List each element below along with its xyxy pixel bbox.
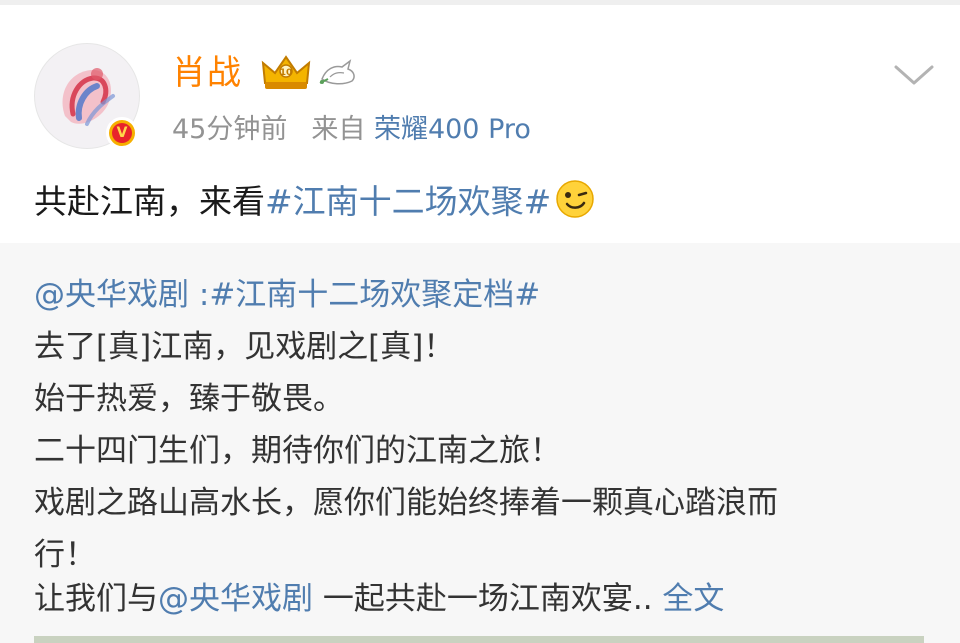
repost-mention-link[interactable]: @央华戏剧: [158, 581, 313, 617]
dove-icon[interactable]: [316, 55, 360, 89]
verified-badge-icon: V: [106, 117, 138, 149]
post-time: 45分钟前: [172, 114, 288, 145]
post-text: 共赴江南，来看#江南十二场欢聚#: [34, 179, 595, 225]
chevron-down-icon[interactable]: [892, 61, 936, 89]
last-line-prefix: 让我们与: [34, 581, 158, 617]
weibo-post: V 肖战 10 45分钟前 来自 荣耀400 Pro 共赴江南，来看#江南十二场欢…: [0, 5, 960, 243]
full-text-link[interactable]: 全文: [662, 581, 724, 617]
repost-author-link[interactable]: @央华戏剧: [34, 277, 189, 313]
repost-line-4: 戏剧之路山高水长，愿你们能始终捧着一颗真心踏浪而: [34, 485, 778, 521]
post-meta: 45分钟前 来自 荣耀400 Pro: [172, 111, 531, 149]
repost-line-1: 去了[真]江南，见戏剧之[真]！: [34, 329, 455, 365]
repost-header: @央华戏剧 :#江南十二场欢聚定档#: [34, 273, 540, 317]
wink-emoji-icon: [556, 180, 595, 218]
repost-line-2: 始于热爱，臻于敬畏。: [34, 381, 344, 417]
media-preview-strip: [34, 636, 924, 643]
repost-hashtag[interactable]: #江南十二场欢聚定档#: [209, 277, 540, 313]
post-text-plain: 共赴江南，来看: [34, 182, 265, 221]
username[interactable]: 肖战: [172, 51, 242, 95]
svg-text:10: 10: [280, 68, 293, 78]
source-prefix: 来自: [311, 114, 366, 145]
crown-badge-icon[interactable]: 10: [259, 53, 313, 91]
source-device-link[interactable]: 荣耀400 Pro: [374, 114, 531, 145]
last-line-suffix: 一起共赴一场江南欢宴..: [313, 581, 663, 617]
repost-line-5: 行！: [34, 537, 96, 573]
repost-author-sep: :: [189, 277, 210, 313]
avatar[interactable]: V: [34, 43, 140, 149]
repost-card[interactable]: @央华戏剧 :#江南十二场欢聚定档# 去了[真]江南，见戏剧之[真]！ 始于热爱…: [0, 243, 960, 643]
repost-last-line: 让我们与@央华戏剧 一起共赴一场江南欢宴.. 全文: [34, 577, 724, 621]
post-hashtag[interactable]: #江南十二场欢聚#: [265, 182, 551, 221]
repost-line-3: 二十四门生们，期待你们的江南之旅！: [34, 433, 561, 469]
